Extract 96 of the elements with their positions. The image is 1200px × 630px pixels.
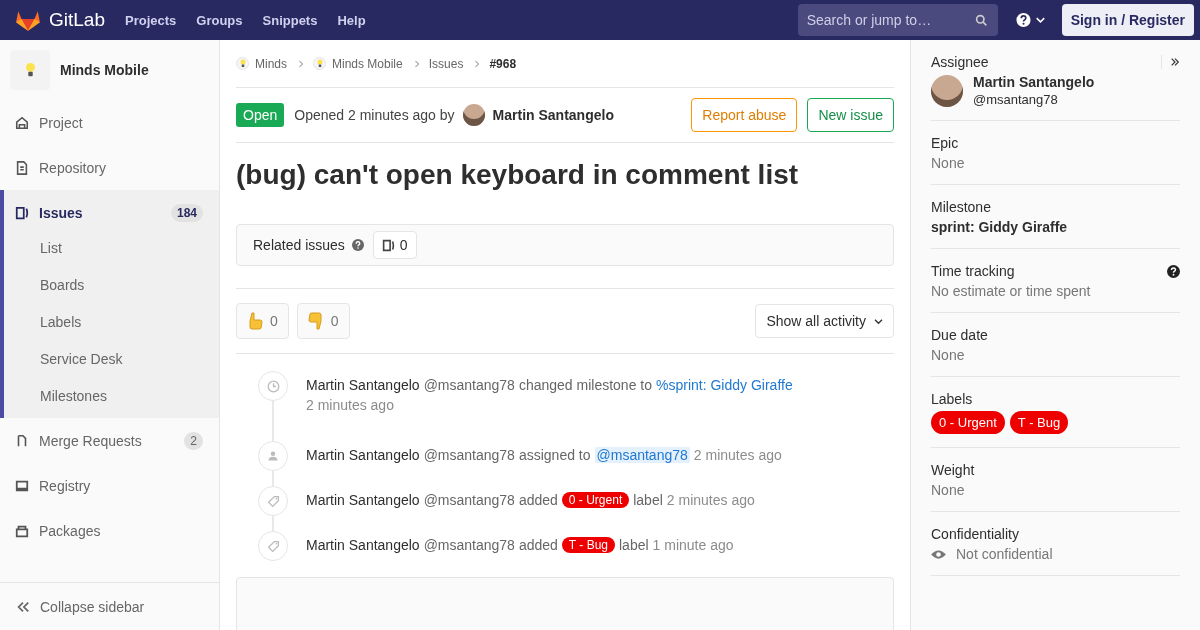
note-action: assigned to	[518, 447, 591, 463]
note-handle: @msantang78	[423, 492, 515, 508]
breadcrumb-link[interactable]: Minds Mobile	[332, 56, 403, 71]
reaction-button[interactable]: 0	[296, 303, 350, 339]
milestone-link[interactable]: %sprint: Giddy Giraffe	[656, 377, 793, 393]
sidebar-icon	[15, 478, 29, 493]
double-chevron-right-icon[interactable]	[1170, 57, 1180, 67]
issue-count-badge: 0	[372, 231, 417, 259]
nav-link[interactable]: Projects	[125, 12, 177, 28]
new-issue-button[interactable]: New issue	[807, 98, 894, 132]
note-handle: @msantang78	[423, 377, 515, 393]
sidebar-icon	[15, 160, 29, 175]
note-time: 2 minutes ago	[306, 397, 395, 413]
sidebar-block-title: Labels	[931, 391, 973, 407]
issue-title: (bug) can't open keyboard in comment list	[236, 159, 800, 191]
note-author-link[interactable]: Martin Santangelo	[306, 492, 420, 508]
sidebar-item[interactable]: Packages	[4, 508, 219, 553]
nav-link[interactable]: Help	[337, 12, 366, 28]
sidebar-block-value: None	[931, 347, 966, 363]
note-time: 1 minute ago	[652, 537, 734, 553]
note-handle: @msantang78	[423, 447, 515, 463]
help-icon[interactable]	[1167, 264, 1180, 278]
activity-filter-dropdown[interactable]: Show all activity	[755, 304, 894, 338]
sidebar-block-title: Epic	[931, 135, 959, 151]
label-tag[interactable]: T - Bug	[561, 537, 615, 553]
reaction-button[interactable]: 0	[236, 303, 289, 339]
note-author-link[interactable]: Martin Santangelo	[306, 537, 420, 553]
sidebar-icon	[15, 115, 29, 130]
chevron-right-icon	[474, 59, 481, 68]
note-handle: @msantang78	[423, 537, 515, 553]
user-mention-link[interactable]: @msantang78	[594, 447, 690, 463]
note-action: changed milestone to	[518, 377, 652, 393]
sidebar-block-title: Assignee	[931, 54, 989, 70]
sidebar-item[interactable]: Project	[4, 100, 219, 145]
author-link[interactable]: Martin Santangelo	[492, 107, 614, 123]
user-avatar	[931, 74, 963, 107]
sidebar-subitem[interactable]: Service Desk	[4, 340, 219, 377]
label-tag[interactable]: T - Bug	[1009, 411, 1069, 434]
nav-link[interactable]: Snippets	[262, 12, 318, 28]
double-chevron-left-icon	[16, 599, 30, 614]
breadcrumb-link[interactable]: Minds	[255, 56, 287, 71]
chevron-right-icon	[298, 59, 304, 68]
note-author-link[interactable]: Martin Santangelo	[306, 377, 420, 393]
note-time: 2 minutes ago	[666, 492, 755, 508]
thumbs-up-icon	[247, 312, 263, 330]
sidebar-block-title: Milestone	[931, 199, 991, 215]
sidebar-item[interactable]: Repository	[4, 145, 219, 190]
chevron-right-icon	[413, 59, 420, 68]
chevron-down-icon	[874, 317, 883, 325]
assignee-handle: @msantang78	[973, 92, 1059, 107]
sign-in-button[interactable]: Sign in / Register	[1061, 4, 1194, 36]
search-icon	[974, 14, 988, 27]
report-abuse-button[interactable]: Report abuse	[691, 98, 798, 132]
brand-name[interactable]: GitLab	[49, 9, 105, 31]
group-avatar-icon	[236, 57, 249, 70]
sidebar-block-value: Not confidential	[956, 546, 1053, 562]
sidebar-subitem[interactable]: Boards	[4, 266, 219, 303]
issues-icon	[381, 238, 395, 252]
note-time: 2 minutes ago	[693, 447, 782, 463]
note-action: added	[518, 537, 558, 553]
sidebar-block-title: Weight	[931, 462, 975, 478]
sidebar-icon	[15, 433, 29, 448]
status-badge: Open	[236, 103, 285, 127]
breadcrumb-link[interactable]: Issues	[428, 56, 464, 71]
help-dropdown-icon[interactable]	[1015, 12, 1048, 28]
sidebar-item[interactable]: Registry	[4, 463, 219, 508]
note-author-link[interactable]: Martin Santangelo	[306, 447, 420, 463]
note-action: label	[619, 537, 649, 553]
sidebar-subitem[interactable]: Labels	[4, 303, 219, 340]
sidebar-block-value[interactable]: sprint: Giddy Giraffe	[931, 219, 1180, 235]
eye-icon	[931, 548, 946, 560]
thumbs-down-icon	[307, 312, 324, 330]
assignee-name[interactable]: Martin Santangelo	[973, 74, 1095, 90]
note-action: label	[633, 492, 663, 508]
breadcrumb-link[interactable]: #968	[489, 56, 517, 71]
sidebar-item[interactable]: Merge Requests 2	[4, 418, 219, 463]
project-name[interactable]: Minds Mobile	[60, 62, 149, 78]
lightbulb-icon	[24, 62, 36, 78]
search-field[interactable]: Search or jump to…	[797, 4, 998, 36]
sidebar-subitem[interactable]: Milestones	[4, 377, 219, 414]
note-action: added	[518, 492, 558, 508]
nav-link[interactable]: Groups	[196, 12, 243, 28]
sidebar-icon	[15, 205, 29, 220]
label-tag[interactable]: 0 - Urgent	[561, 492, 630, 508]
sidebar-block-title: Due date	[931, 327, 988, 343]
user-avatar	[462, 104, 485, 126]
sidebar-block-title: Confidentiality	[931, 526, 1019, 542]
sidebar-icon	[15, 523, 29, 538]
opened-text: Opened 2 minutes ago by	[294, 107, 455, 123]
label-tag[interactable]: 0 - Urgent	[931, 411, 1005, 434]
sidebar-block-value: None	[931, 482, 966, 498]
related-issues-label: Related issues	[253, 237, 345, 253]
sidebar-block-value: No estimate or time spent	[931, 283, 1092, 299]
sidebar-block-title: Time tracking	[931, 263, 1015, 279]
sidebar-block-value: None	[931, 155, 966, 171]
group-avatar-icon	[313, 57, 326, 70]
